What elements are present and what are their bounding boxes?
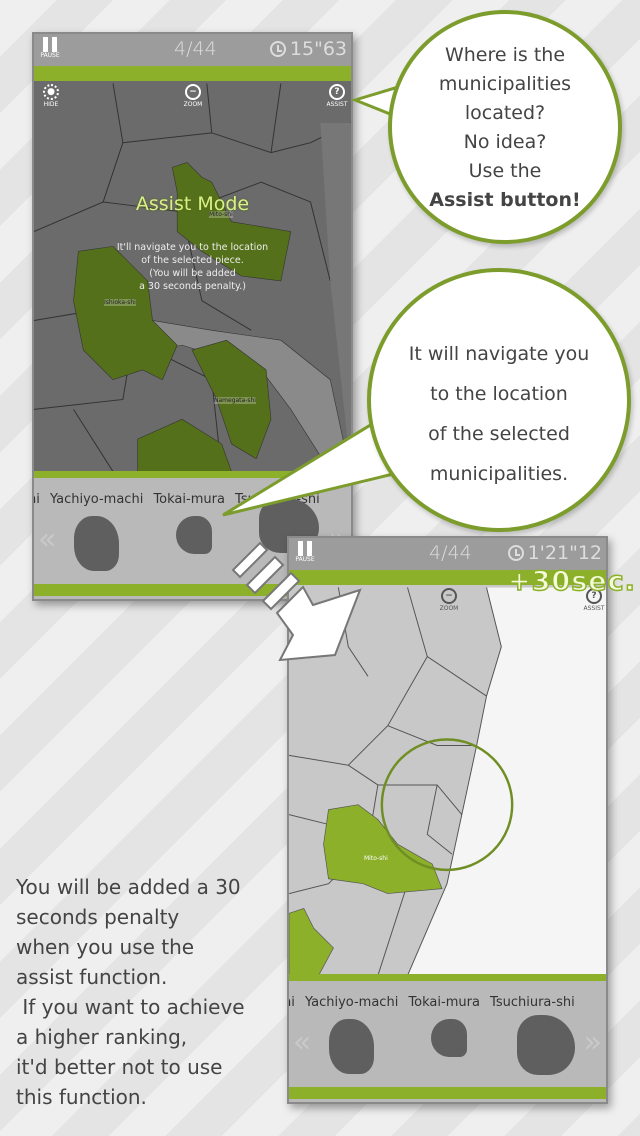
piece-tokai[interactable] <box>176 516 212 554</box>
zoom-out-icon: − <box>185 84 201 100</box>
pause-icon <box>40 37 60 52</box>
bubble-line: Use the <box>468 160 542 182</box>
timer: 15"63 <box>269 38 347 60</box>
description-text: You will be added a 30 seconds penalty w… <box>16 875 245 1109</box>
piece-tray: hi Yachiyo-machi Tokai-mura Tsuchiura-sh… <box>289 974 606 1102</box>
question-icon: ? <box>329 84 345 100</box>
zoom-out-icon: − <box>441 588 457 604</box>
piece-tokai[interactable] <box>431 1019 467 1057</box>
speech-bubble-1: Where is the municipalities located? No … <box>388 10 622 244</box>
clock-icon <box>269 41 286 57</box>
top-bar: PAUSE 4/44 15"63 <box>34 34 351 66</box>
clock-icon <box>507 545 524 561</box>
assist-mode-description: It'll navigate you to the location of th… <box>34 241 351 293</box>
piece-yachiyo[interactable] <box>329 1019 374 1074</box>
hide-button[interactable]: ● HIDE <box>36 84 66 108</box>
assist-label: ASSIST <box>583 605 605 612</box>
timer-value: 15"63 <box>289 38 347 60</box>
timer-value: 1'21"12 <box>527 542 602 564</box>
speech-bubble-2: It will navigate you to the location of … <box>367 268 631 532</box>
assist-line: (You will be added <box>149 268 236 279</box>
sun-icon: ● <box>43 84 59 100</box>
bubble-line: to the location <box>430 383 568 405</box>
piece-counter: 4/44 <box>174 38 217 60</box>
chevron-left-icon[interactable]: « <box>293 1025 311 1060</box>
zoom-button[interactable]: − ZOOM <box>178 84 208 108</box>
bubble-line: of the selected <box>428 423 570 445</box>
bubble-bold-line: Assist button! <box>429 189 581 211</box>
bubble-line: municipalities. <box>429 463 569 485</box>
chevron-right-icon[interactable]: » <box>584 1025 602 1060</box>
piece-yachiyo[interactable] <box>74 516 119 571</box>
bubble-line: located? <box>464 102 546 124</box>
chevron-left-icon[interactable]: « <box>38 522 56 557</box>
bubble-line: No idea? <box>463 131 547 153</box>
bottom-bar <box>289 1087 606 1099</box>
zoom-button[interactable]: − ZOOM <box>434 588 464 612</box>
map-label-mito: Mito-shi <box>364 855 388 862</box>
zoom-label: ZOOM <box>183 101 203 108</box>
timer: 1'21"12 <box>507 542 602 564</box>
assist-mode-title: Assist Mode <box>135 193 250 215</box>
hide-label: HIDE <box>43 101 59 108</box>
piece-counter: 4/44 <box>429 542 472 564</box>
assist-line: of the selected piece. <box>141 255 244 266</box>
bubble-line: municipalities <box>438 73 572 95</box>
penalty-label: +30sec. <box>507 565 636 598</box>
bubble-line: It will navigate you <box>408 343 590 365</box>
assist-line: a 30 seconds penalty.) <box>139 281 246 292</box>
arrow-icon <box>231 541 362 662</box>
pause-label: PAUSE <box>40 52 60 59</box>
piece-tsuchiura[interactable] <box>517 1015 575 1075</box>
progress-bar <box>34 66 351 81</box>
piece-names: hi Yachiyo-machi Tokai-mura Tsuchiura-sh… <box>287 995 575 1010</box>
assist-line: It'll navigate you to the location <box>116 242 269 253</box>
bubble-line: Where is the <box>444 44 566 66</box>
zoom-label: ZOOM <box>439 605 459 612</box>
pause-button[interactable]: PAUSE <box>40 37 60 59</box>
map-label-ishioka: Ishioka-shi <box>104 299 136 306</box>
